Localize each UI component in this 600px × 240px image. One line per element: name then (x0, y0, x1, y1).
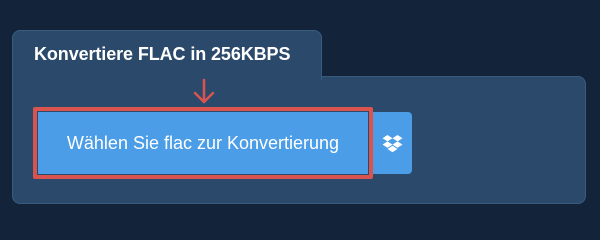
choose-file-button[interactable]: Wählen Sie flac zur Konvertierung (38, 112, 368, 174)
arrow-down-icon (193, 78, 215, 104)
dropbox-icon (382, 135, 403, 153)
dropbox-button[interactable] (373, 112, 412, 174)
converter-title: Konvertiere FLAC in 256KBPS (34, 44, 291, 64)
